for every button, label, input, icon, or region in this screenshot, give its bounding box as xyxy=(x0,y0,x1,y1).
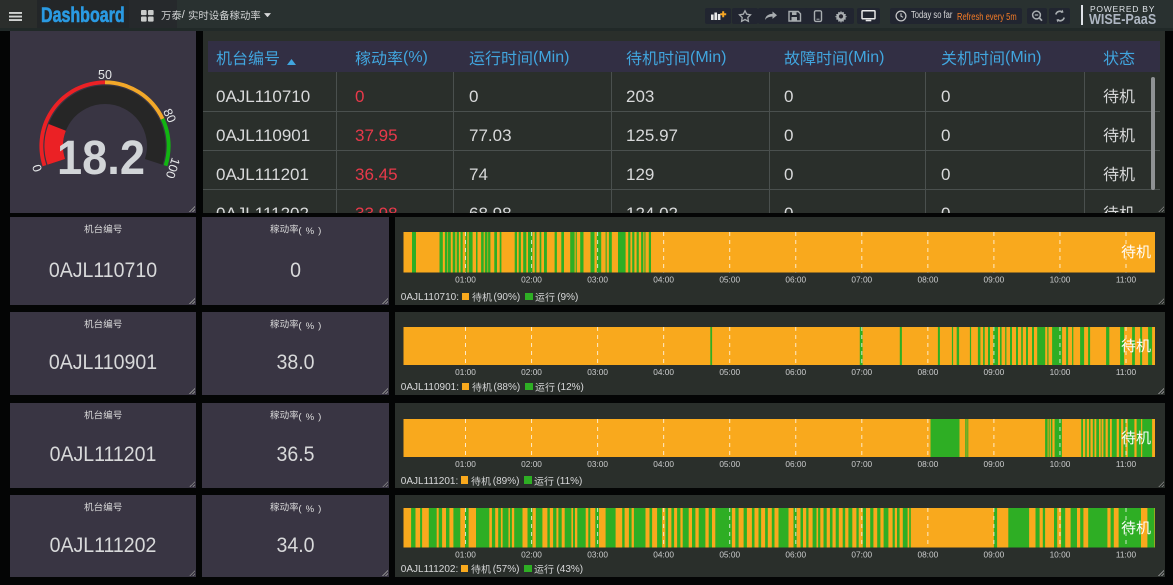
svg-text:04:00: 04:00 xyxy=(653,275,674,285)
svg-text:11:00: 11:00 xyxy=(1116,367,1137,377)
svg-text:04:00: 04:00 xyxy=(653,367,674,377)
svg-text:09:00: 09:00 xyxy=(984,459,1005,469)
svg-text:02:00: 02:00 xyxy=(521,459,542,469)
svg-text:03:00: 03:00 xyxy=(587,459,608,469)
svg-text:07:00: 07:00 xyxy=(851,550,872,560)
svg-text:10:00: 10:00 xyxy=(1050,459,1071,469)
svg-text:05:00: 05:00 xyxy=(719,459,740,469)
svg-text:03:00: 03:00 xyxy=(587,367,608,377)
svg-text:09:00: 09:00 xyxy=(984,367,1005,377)
svg-text:11:00: 11:00 xyxy=(1116,459,1137,469)
svg-text:50: 50 xyxy=(98,68,112,82)
svg-text:09:00: 09:00 xyxy=(984,275,1005,285)
svg-text:10:00: 10:00 xyxy=(1050,367,1071,377)
svg-text:01:00: 01:00 xyxy=(455,275,476,285)
svg-text:0: 0 xyxy=(30,163,45,174)
svg-text:10:00: 10:00 xyxy=(1050,275,1071,285)
svg-text:03:00: 03:00 xyxy=(587,275,608,285)
svg-text:10:00: 10:00 xyxy=(1050,550,1071,560)
svg-text:06:00: 06:00 xyxy=(785,459,806,469)
svg-text:07:00: 07:00 xyxy=(851,459,872,469)
svg-text:02:00: 02:00 xyxy=(521,367,542,377)
svg-text:05:00: 05:00 xyxy=(719,275,740,285)
svg-text:08:00: 08:00 xyxy=(917,459,938,469)
svg-text:08:00: 08:00 xyxy=(917,275,938,285)
svg-text:11:00: 11:00 xyxy=(1116,550,1137,560)
svg-text:04:00: 04:00 xyxy=(653,550,674,560)
svg-text:07:00: 07:00 xyxy=(851,275,872,285)
svg-text:08:00: 08:00 xyxy=(917,550,938,560)
svg-text:03:00: 03:00 xyxy=(587,550,608,560)
svg-text:04:00: 04:00 xyxy=(653,459,674,469)
svg-text:11:00: 11:00 xyxy=(1116,275,1137,285)
svg-text:06:00: 06:00 xyxy=(785,275,806,285)
svg-text:18.2: 18.2 xyxy=(57,132,145,185)
svg-text:07:00: 07:00 xyxy=(851,367,872,377)
svg-text:01:00: 01:00 xyxy=(455,459,476,469)
svg-text:05:00: 05:00 xyxy=(719,367,740,377)
svg-text:02:00: 02:00 xyxy=(521,550,542,560)
svg-text:08:00: 08:00 xyxy=(917,367,938,377)
svg-text:06:00: 06:00 xyxy=(785,367,806,377)
svg-text:05:00: 05:00 xyxy=(719,550,740,560)
svg-text:02:00: 02:00 xyxy=(521,275,542,285)
svg-text:01:00: 01:00 xyxy=(455,367,476,377)
svg-text:06:00: 06:00 xyxy=(785,550,806,560)
svg-text:09:00: 09:00 xyxy=(984,550,1005,560)
svg-text:01:00: 01:00 xyxy=(455,550,476,560)
